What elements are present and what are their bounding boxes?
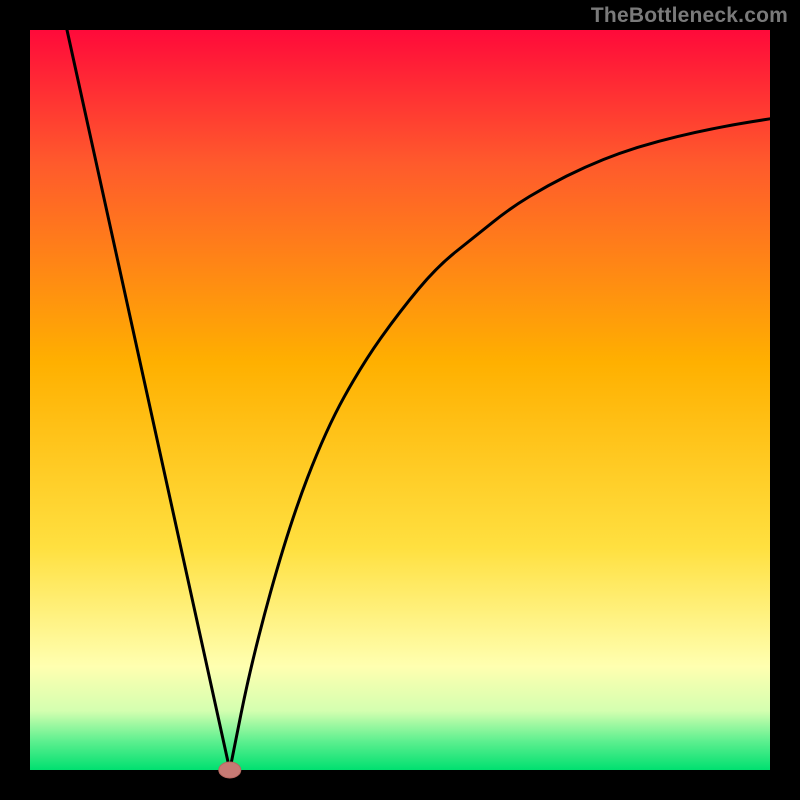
bottleneck-chart [0,0,800,800]
optimal-point-marker [219,762,241,778]
chart-frame: TheBottleneck.com [0,0,800,800]
